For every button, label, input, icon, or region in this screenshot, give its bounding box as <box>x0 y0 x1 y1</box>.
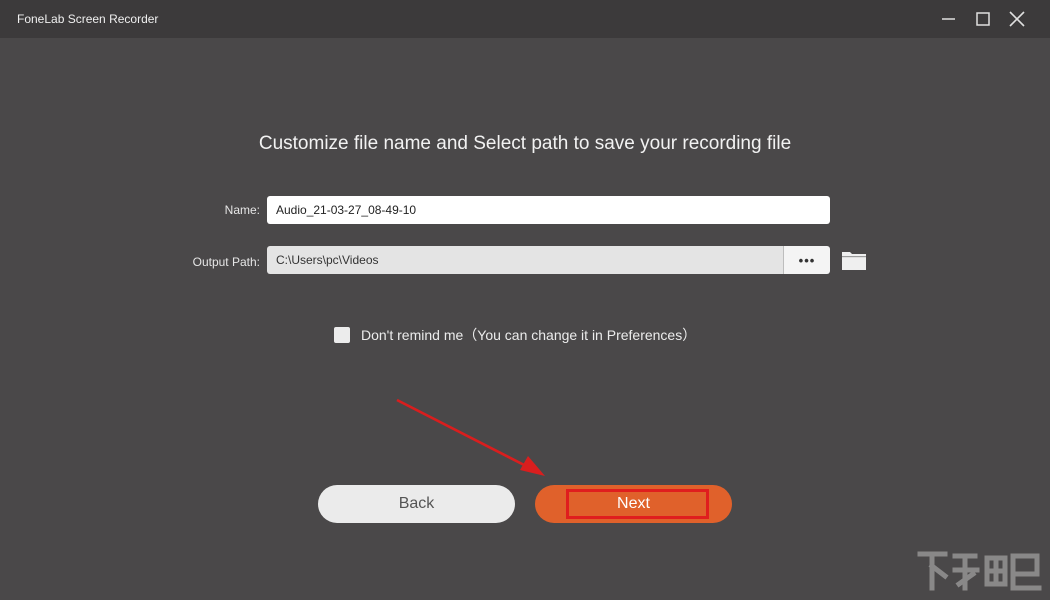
maximize-icon <box>976 12 990 26</box>
output-path-label: Output Path: <box>192 255 260 269</box>
minimize-button[interactable] <box>932 4 966 34</box>
open-folder-button[interactable] <box>841 248 867 272</box>
annotation-arrow <box>396 398 545 476</box>
file-name-input[interactable] <box>267 196 830 224</box>
close-icon <box>1009 11 1025 27</box>
minimize-icon <box>942 18 955 20</box>
close-button[interactable] <box>1000 4 1034 34</box>
dont-remind-label[interactable]: Don't remind me（You can change it in Pre… <box>361 325 696 345</box>
title-bar: FoneLab Screen Recorder <box>0 0 1050 38</box>
maximize-button[interactable] <box>966 4 1000 34</box>
output-path-field[interactable]: C:\Users\pc\Videos <box>267 246 783 274</box>
back-button[interactable]: Back <box>318 485 515 523</box>
dont-remind-checkbox[interactable] <box>334 327 350 343</box>
dont-remind-row: Don't remind me（You can change it in Pre… <box>334 326 696 344</box>
page-heading: Customize file name and Select path to s… <box>258 133 792 154</box>
app-title: FoneLab Screen Recorder <box>17 12 159 26</box>
next-button[interactable]: Next <box>535 485 732 523</box>
name-label: Name: <box>224 203 260 217</box>
browse-path-button[interactable]: ••• <box>783 246 830 274</box>
watermark-logo <box>917 551 1042 591</box>
folder-icon <box>842 252 866 270</box>
